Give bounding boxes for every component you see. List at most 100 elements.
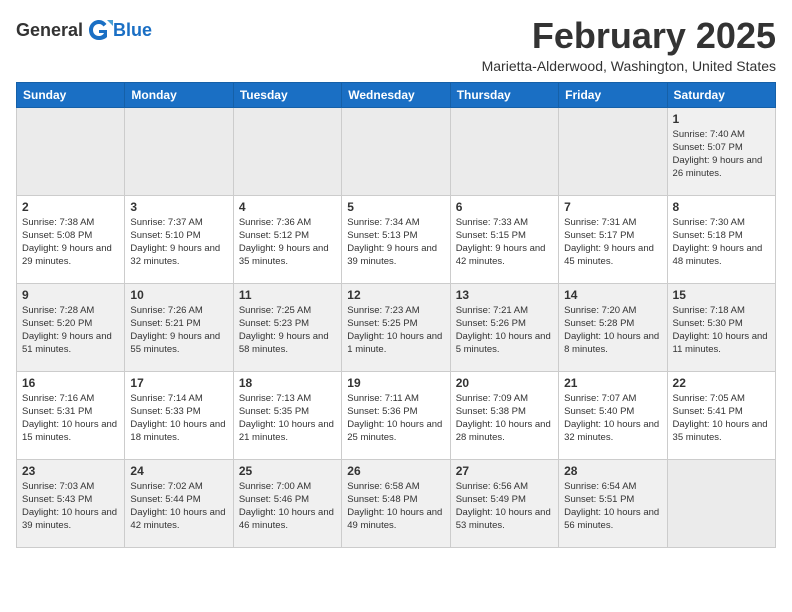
calendar-day-cell: 8 Sunrise: 7:30 AM Sunset: 5:18 PM Daylig… <box>667 195 775 283</box>
calendar-day-cell: 9 Sunrise: 7:28 AM Sunset: 5:20 PM Daylig… <box>17 283 125 371</box>
day-info: Sunrise: 7:30 AM Sunset: 5:18 PM Dayligh… <box>673 216 770 269</box>
day-info: Sunrise: 7:25 AM Sunset: 5:23 PM Dayligh… <box>239 304 336 357</box>
day-info: Sunrise: 7:26 AM Sunset: 5:21 PM Dayligh… <box>130 304 227 357</box>
day-info: Sunrise: 7:03 AM Sunset: 5:43 PM Dayligh… <box>22 480 119 533</box>
day-number: 21 <box>564 376 661 390</box>
day-number: 28 <box>564 464 661 478</box>
day-info: Sunrise: 7:21 AM Sunset: 5:26 PM Dayligh… <box>456 304 553 357</box>
day-info: Sunrise: 6:56 AM Sunset: 5:49 PM Dayligh… <box>456 480 553 533</box>
day-info: Sunrise: 7:07 AM Sunset: 5:40 PM Dayligh… <box>564 392 661 445</box>
day-number: 5 <box>347 200 444 214</box>
calendar-day-cell: 10 Sunrise: 7:26 AM Sunset: 5:21 PM Dayli… <box>125 283 233 371</box>
day-number: 18 <box>239 376 336 390</box>
calendar-day-cell: 20 Sunrise: 7:09 AM Sunset: 5:38 PM Dayli… <box>450 371 558 459</box>
calendar-day-cell: 25 Sunrise: 7:00 AM Sunset: 5:46 PM Dayli… <box>233 459 341 547</box>
calendar-day-cell: 18 Sunrise: 7:13 AM Sunset: 5:35 PM Dayli… <box>233 371 341 459</box>
day-info: Sunrise: 7:31 AM Sunset: 5:17 PM Dayligh… <box>564 216 661 269</box>
calendar-week-row: 23 Sunrise: 7:03 AM Sunset: 5:43 PM Dayli… <box>17 459 776 547</box>
day-number: 2 <box>22 200 119 214</box>
calendar-weekday-saturday: Saturday <box>667 82 775 107</box>
day-number: 20 <box>456 376 553 390</box>
calendar-day-cell: 26Sunrise: 6:58 AM Sunset: 5:48 PM Dayli… <box>342 459 450 547</box>
calendar-week-row: 1 Sunrise: 7:40 AM Sunset: 5:07 PM Daylig… <box>17 107 776 195</box>
calendar-week-row: 16Sunrise: 7:16 AM Sunset: 5:31 PM Dayli… <box>17 371 776 459</box>
calendar-day-cell <box>125 107 233 195</box>
day-info: Sunrise: 7:18 AM Sunset: 5:30 PM Dayligh… <box>673 304 770 357</box>
logo-icon <box>85 16 113 44</box>
day-number: 12 <box>347 288 444 302</box>
day-number: 13 <box>456 288 553 302</box>
day-info: Sunrise: 7:40 AM Sunset: 5:07 PM Dayligh… <box>673 128 770 181</box>
day-number: 25 <box>239 464 336 478</box>
day-info: Sunrise: 7:09 AM Sunset: 5:38 PM Dayligh… <box>456 392 553 445</box>
logo: General Blue <box>16 16 152 44</box>
day-info: Sunrise: 7:28 AM Sunset: 5:20 PM Dayligh… <box>22 304 119 357</box>
calendar-day-cell: 15 Sunrise: 7:18 AM Sunset: 5:30 PM Dayli… <box>667 283 775 371</box>
day-number: 15 <box>673 288 770 302</box>
day-info: Sunrise: 7:05 AM Sunset: 5:41 PM Dayligh… <box>673 392 770 445</box>
calendar-day-cell: 23 Sunrise: 7:03 AM Sunset: 5:43 PM Dayli… <box>17 459 125 547</box>
calendar-day-cell: 17Sunrise: 7:14 AM Sunset: 5:33 PM Dayli… <box>125 371 233 459</box>
day-info: Sunrise: 7:33 AM Sunset: 5:15 PM Dayligh… <box>456 216 553 269</box>
logo-general: General <box>16 20 83 41</box>
calendar-day-cell: 13 Sunrise: 7:21 AM Sunset: 5:26 PM Dayli… <box>450 283 558 371</box>
calendar-day-cell: 27 Sunrise: 6:56 AM Sunset: 5:49 PM Dayli… <box>450 459 558 547</box>
day-info: Sunrise: 7:23 AM Sunset: 5:25 PM Dayligh… <box>347 304 444 357</box>
calendar-weekday-tuesday: Tuesday <box>233 82 341 107</box>
calendar-day-cell: 12 Sunrise: 7:23 AM Sunset: 5:25 PM Dayli… <box>342 283 450 371</box>
day-info: Sunrise: 7:00 AM Sunset: 5:46 PM Dayligh… <box>239 480 336 533</box>
day-number: 24 <box>130 464 227 478</box>
calendar-week-row: 9 Sunrise: 7:28 AM Sunset: 5:20 PM Daylig… <box>17 283 776 371</box>
day-number: 1 <box>673 112 770 126</box>
day-number: 23 <box>22 464 119 478</box>
day-info: Sunrise: 7:13 AM Sunset: 5:35 PM Dayligh… <box>239 392 336 445</box>
calendar-table: SundayMondayTuesdayWednesdayThursdayFrid… <box>16 82 776 548</box>
day-number: 10 <box>130 288 227 302</box>
day-number: 14 <box>564 288 661 302</box>
calendar-week-row: 2 Sunrise: 7:38 AM Sunset: 5:08 PM Daylig… <box>17 195 776 283</box>
day-number: 11 <box>239 288 336 302</box>
calendar-day-cell: 6Sunrise: 7:33 AM Sunset: 5:15 PM Daylig… <box>450 195 558 283</box>
day-info: Sunrise: 7:37 AM Sunset: 5:10 PM Dayligh… <box>130 216 227 269</box>
day-info: Sunrise: 7:11 AM Sunset: 5:36 PM Dayligh… <box>347 392 444 445</box>
calendar-day-cell: 24Sunrise: 7:02 AM Sunset: 5:44 PM Dayli… <box>125 459 233 547</box>
calendar-day-cell: 2 Sunrise: 7:38 AM Sunset: 5:08 PM Daylig… <box>17 195 125 283</box>
calendar-weekday-wednesday: Wednesday <box>342 82 450 107</box>
calendar-day-cell <box>450 107 558 195</box>
calendar-day-cell <box>667 459 775 547</box>
calendar-day-cell: 21 Sunrise: 7:07 AM Sunset: 5:40 PM Dayli… <box>559 371 667 459</box>
location-title: Marietta-Alderwood, Washington, United S… <box>482 58 776 74</box>
day-number: 27 <box>456 464 553 478</box>
day-number: 8 <box>673 200 770 214</box>
calendar-day-cell <box>342 107 450 195</box>
day-info: Sunrise: 7:20 AM Sunset: 5:28 PM Dayligh… <box>564 304 661 357</box>
calendar-day-cell <box>233 107 341 195</box>
day-number: 7 <box>564 200 661 214</box>
calendar-day-cell: 19 Sunrise: 7:11 AM Sunset: 5:36 PM Dayli… <box>342 371 450 459</box>
day-info: Sunrise: 6:58 AM Sunset: 5:48 PM Dayligh… <box>347 480 444 533</box>
calendar-day-cell: 14 Sunrise: 7:20 AM Sunset: 5:28 PM Dayli… <box>559 283 667 371</box>
calendar-day-cell: 22Sunrise: 7:05 AM Sunset: 5:41 PM Dayli… <box>667 371 775 459</box>
day-number: 16 <box>22 376 119 390</box>
calendar-day-cell: 3 Sunrise: 7:37 AM Sunset: 5:10 PM Daylig… <box>125 195 233 283</box>
day-info: Sunrise: 7:36 AM Sunset: 5:12 PM Dayligh… <box>239 216 336 269</box>
calendar-day-cell <box>559 107 667 195</box>
day-number: 3 <box>130 200 227 214</box>
calendar-weekday-monday: Monday <box>125 82 233 107</box>
calendar-header-row: SundayMondayTuesdayWednesdayThursdayFrid… <box>17 82 776 107</box>
day-number: 9 <box>22 288 119 302</box>
day-info: Sunrise: 7:38 AM Sunset: 5:08 PM Dayligh… <box>22 216 119 269</box>
page-header: General Blue February 2025 Marietta-Alde… <box>16 16 776 74</box>
calendar-day-cell <box>17 107 125 195</box>
day-number: 17 <box>130 376 227 390</box>
day-number: 4 <box>239 200 336 214</box>
calendar-weekday-friday: Friday <box>559 82 667 107</box>
calendar-day-cell: 4 Sunrise: 7:36 AM Sunset: 5:12 PM Daylig… <box>233 195 341 283</box>
day-number: 19 <box>347 376 444 390</box>
calendar-weekday-sunday: Sunday <box>17 82 125 107</box>
title-block: February 2025 Marietta-Alderwood, Washin… <box>482 16 776 74</box>
logo-blue: Blue <box>113 20 152 41</box>
calendar-weekday-thursday: Thursday <box>450 82 558 107</box>
calendar-day-cell: 1 Sunrise: 7:40 AM Sunset: 5:07 PM Daylig… <box>667 107 775 195</box>
month-title: February 2025 <box>482 16 776 56</box>
